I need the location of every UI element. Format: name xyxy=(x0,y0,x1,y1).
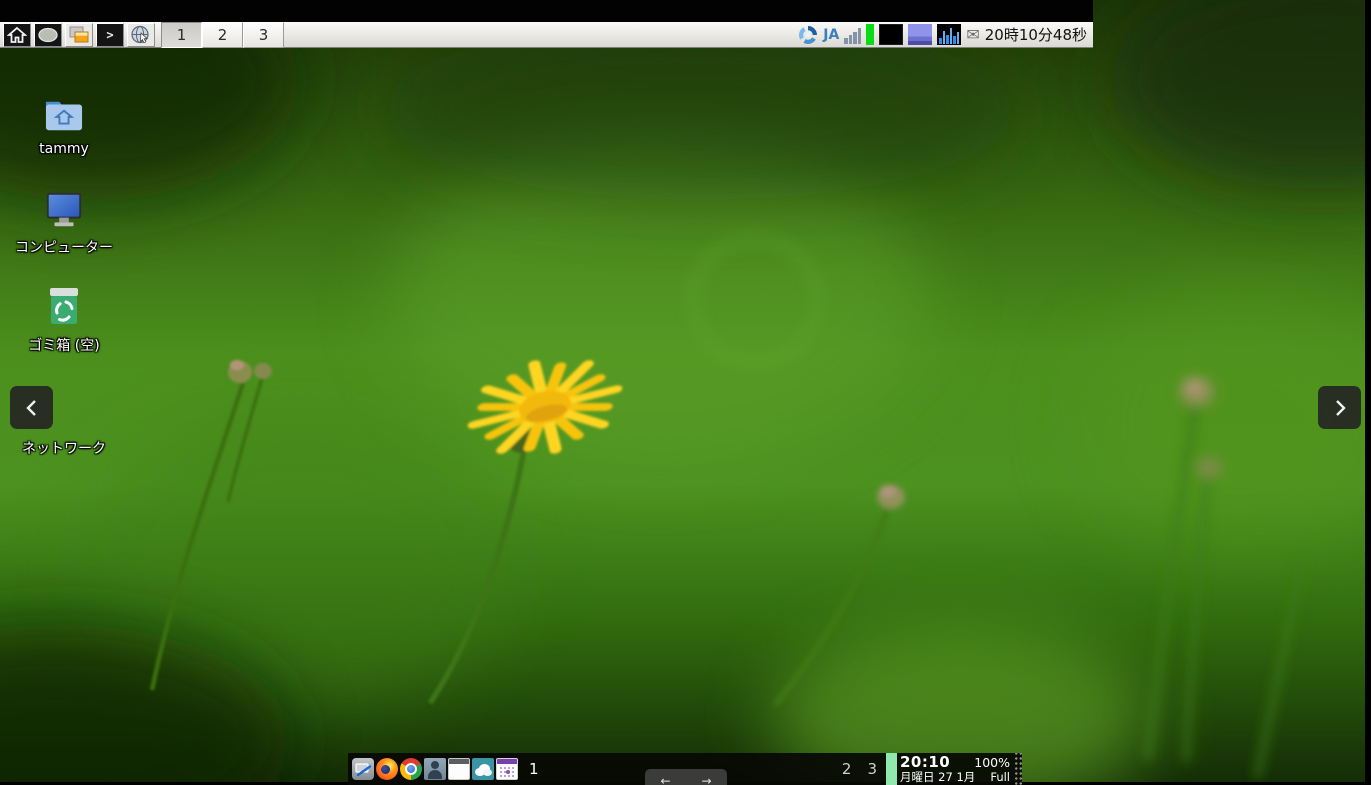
terminal-button[interactable]: > xyxy=(96,23,124,47)
desktop-icon-label: tammy xyxy=(39,141,89,157)
battery-level-bar xyxy=(886,753,897,785)
tablet-pen-icon xyxy=(352,758,374,780)
chevron-right-icon xyxy=(1328,394,1352,422)
calendar-launcher[interactable] xyxy=(496,758,518,780)
taskbar-workspace-1[interactable]: 1 xyxy=(529,760,539,778)
popup-left-arrow[interactable]: ← xyxy=(660,774,670,785)
file-manager-button[interactable] xyxy=(65,23,93,47)
home-icon xyxy=(7,26,27,44)
display-icon xyxy=(37,26,59,44)
battery-state: Full xyxy=(990,771,1010,784)
chevron-left-icon xyxy=(20,394,44,422)
signal-bars-icon[interactable] xyxy=(844,26,861,44)
desktop-icon-network[interactable]: ネットワーク xyxy=(0,438,128,458)
tablet-input-launcher[interactable] xyxy=(352,758,374,780)
chrome-icon xyxy=(405,763,417,775)
web-browser-button[interactable] xyxy=(127,23,155,47)
tray-green-indicator[interactable] xyxy=(866,24,874,45)
home-button[interactable] xyxy=(3,23,31,47)
clock-time: 20:10 xyxy=(900,754,950,771)
globe-cursor-icon xyxy=(130,25,152,45)
window-launcher[interactable] xyxy=(448,758,470,780)
page-switch-popup: ← → xyxy=(645,769,727,785)
trash-icon xyxy=(44,286,84,328)
tray-monitor-spectrum[interactable] xyxy=(937,24,961,45)
clock-date: 月曜日 27 1月 xyxy=(900,771,975,784)
home-folder-icon xyxy=(43,96,85,134)
system-tray: JA ✉ 20時10分48秒 xyxy=(798,22,1093,47)
keyboard-layout-indicator[interactable]: JA xyxy=(823,27,839,43)
top-panel-clock: 20時10分48秒 xyxy=(985,24,1089,45)
next-desktop-arrow-button[interactable] xyxy=(1318,386,1361,429)
cloud-launcher[interactable] xyxy=(472,758,494,780)
desktop-icon-computer[interactable]: コンピューター xyxy=(0,190,128,257)
panel-clock[interactable]: 20:10 100% 月曜日 27 1月 Full xyxy=(897,753,1013,785)
terminal-icon: > xyxy=(106,29,113,41)
desktop-icon-label: ゴミ箱 (空) xyxy=(28,335,99,355)
prev-desktop-arrow-button[interactable] xyxy=(10,386,53,429)
wallpaper xyxy=(0,0,1365,782)
pager-workspace-1[interactable]: 1 xyxy=(161,22,202,48)
computer-icon xyxy=(43,190,85,230)
popup-right-arrow[interactable]: → xyxy=(701,774,711,785)
firefox-launcher[interactable] xyxy=(376,758,398,780)
taskbar-workspace-2[interactable]: 2 xyxy=(842,760,852,778)
desktop-icon-trash[interactable]: ゴミ箱 (空) xyxy=(0,288,128,355)
firefox-icon xyxy=(381,765,390,774)
folder-icon xyxy=(68,25,90,45)
battery-percent: 100% xyxy=(974,756,1010,770)
panel-drag-handle[interactable] xyxy=(1013,753,1022,785)
mail-icon[interactable]: ✉ xyxy=(966,27,979,43)
tray-monitor-black[interactable] xyxy=(879,24,903,45)
pager-workspace-2[interactable]: 2 xyxy=(202,22,243,48)
cloud-icon xyxy=(472,758,494,780)
desktop-icon-home-folder[interactable]: tammy xyxy=(0,94,128,157)
taskbar-workspace-3[interactable]: 3 xyxy=(867,760,877,778)
top-screen-strip xyxy=(0,0,1093,22)
tray-monitor-lavender[interactable] xyxy=(908,24,932,45)
pager-workspace-3[interactable]: 3 xyxy=(243,22,284,48)
user-icon xyxy=(431,761,439,769)
desktop-icon-label: コンピューター xyxy=(15,237,113,257)
calendar-icon xyxy=(497,759,517,764)
input-method-swirl-icon[interactable] xyxy=(798,25,818,45)
top-panel: > 1 2 3 JA xyxy=(0,22,1093,48)
chrome-launcher[interactable] xyxy=(400,758,422,780)
user-account-launcher[interactable] xyxy=(424,758,446,780)
window-icon xyxy=(449,759,469,764)
desktop-screen: > 1 2 3 JA xyxy=(0,0,1371,785)
display-button[interactable] xyxy=(34,23,62,47)
desktop-icon-label: ネットワーク xyxy=(22,438,106,458)
